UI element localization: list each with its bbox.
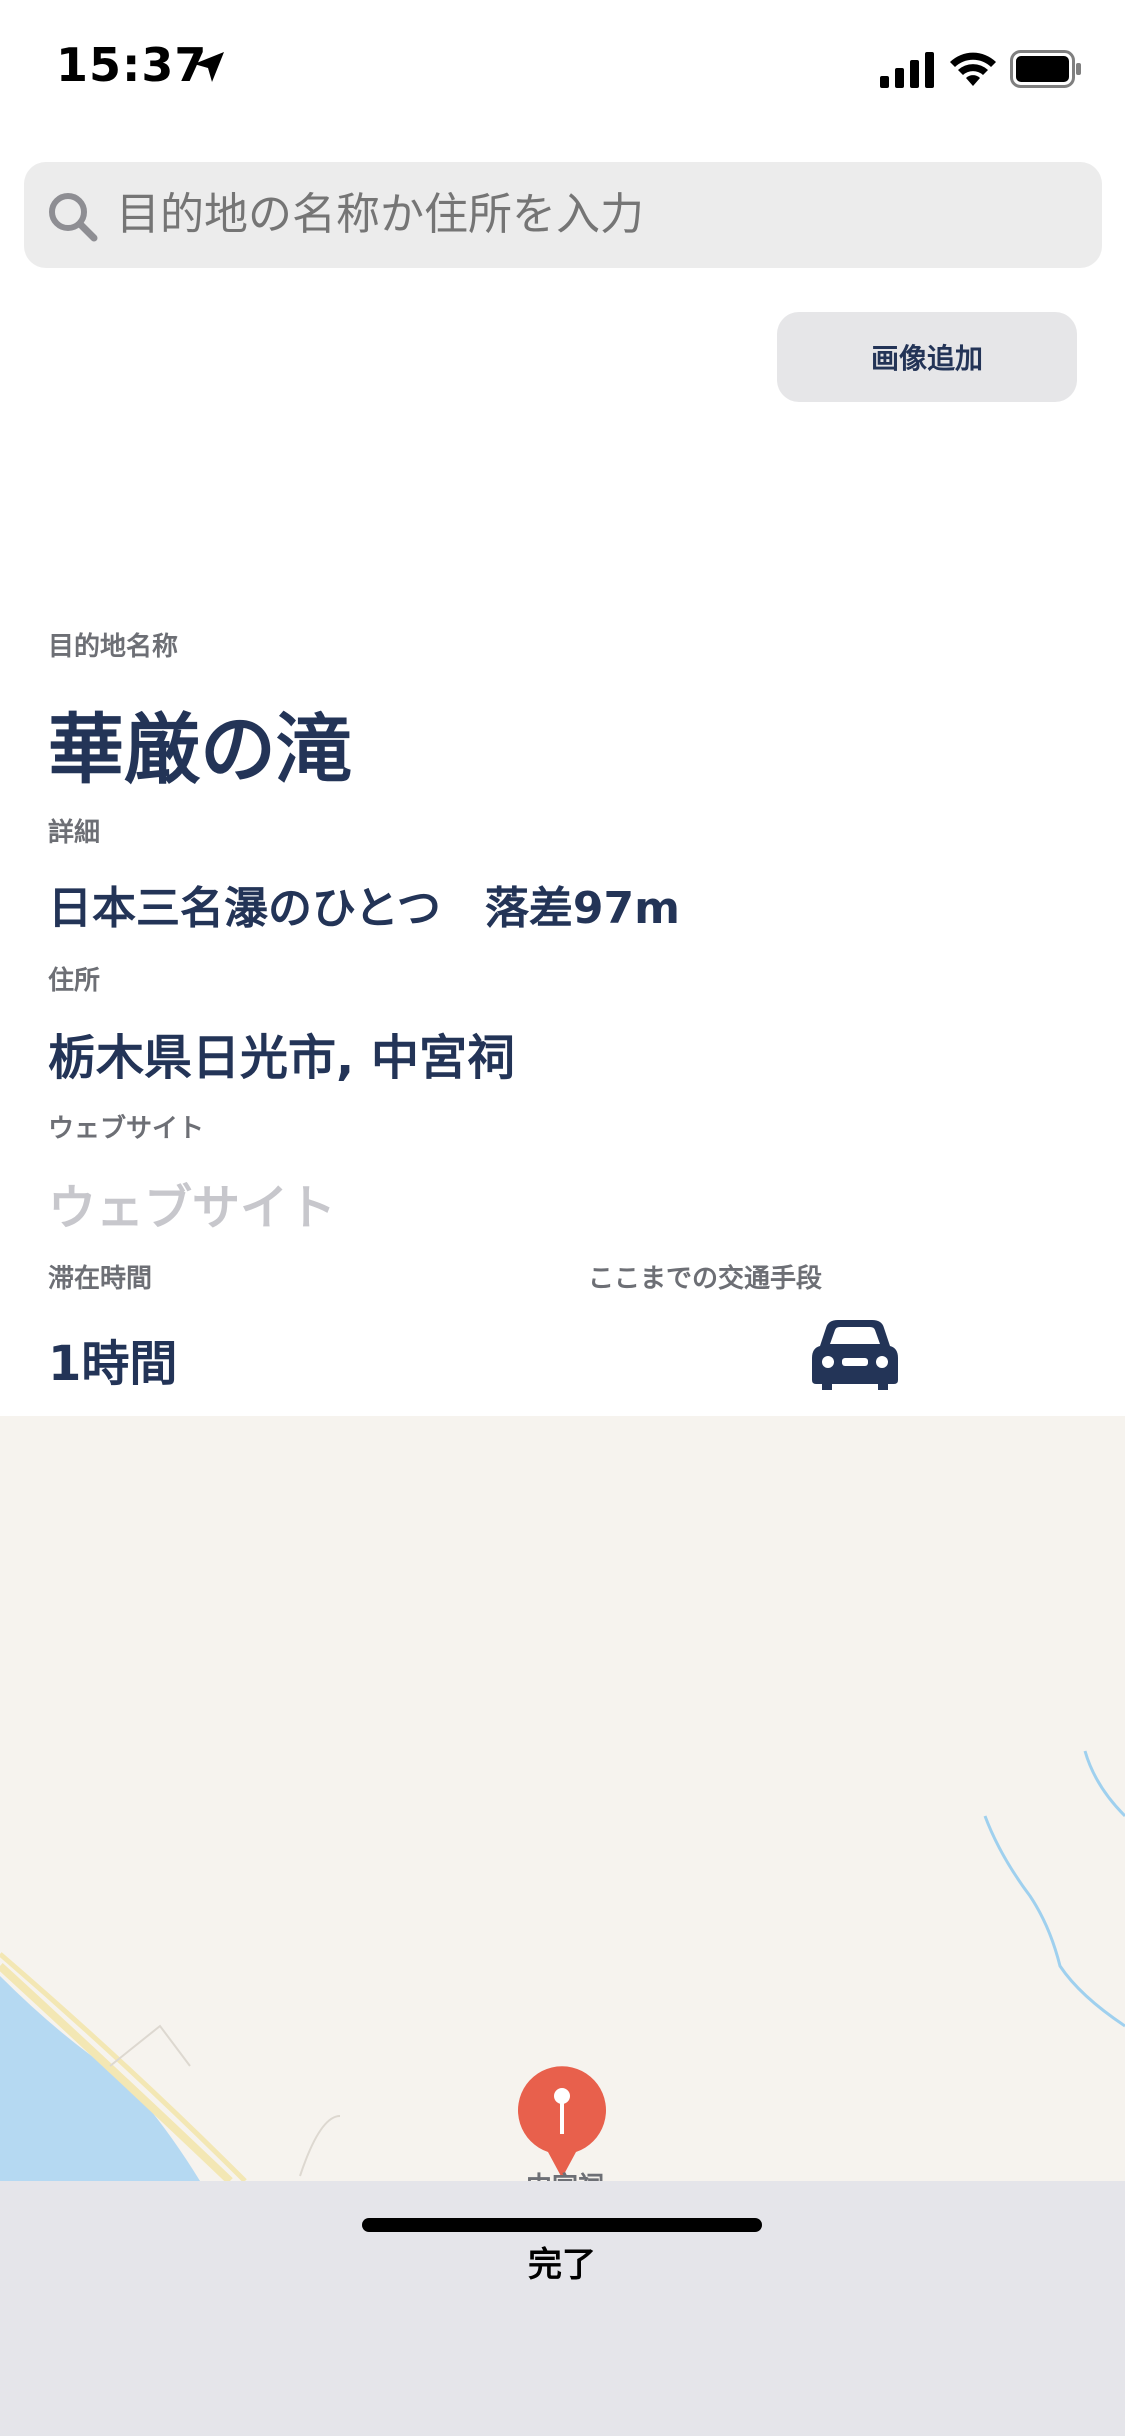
map-pin-label: 中宮祠	[520, 2166, 610, 2182]
status-bar: 15:37	[0, 0, 1125, 140]
address-label: 住所	[48, 966, 101, 996]
website-label: ウェブサイト	[48, 1114, 205, 1144]
detail-label: 詳細	[48, 818, 101, 848]
detail-value[interactable]: 日本三名瀑のひとつ 落差97m	[48, 872, 680, 936]
cellular-signal-icon	[880, 52, 934, 88]
search-bar[interactable]	[24, 162, 1102, 268]
wifi-icon	[950, 52, 996, 86]
location-arrow-icon	[194, 52, 224, 82]
battery-icon	[1010, 50, 1081, 88]
website-field[interactable]: ウェブサイト	[48, 1168, 336, 1238]
map-pin-icon[interactable]	[516, 2066, 608, 2178]
stay-time-label: 滞在時間	[48, 1264, 153, 1294]
search-icon	[49, 193, 98, 242]
stay-time-value[interactable]: 1時間	[48, 1324, 177, 1394]
done-button[interactable]: 完了	[412, 2221, 712, 2301]
add-image-button[interactable]: 画像追加	[777, 312, 1077, 402]
destination-name-label: 目的地名称	[48, 632, 179, 662]
destination-search-input[interactable]	[116, 162, 1076, 268]
home-indicator	[362, 2218, 762, 2232]
destination-name-value[interactable]: 華厳の滝	[48, 688, 352, 798]
status-time: 15:37	[56, 38, 208, 92]
car-icon[interactable]	[812, 1318, 898, 1390]
address-value[interactable]: 栃木県日光市, 中宮祠	[48, 1018, 515, 1088]
transport-label: ここまでの交通手段	[588, 1264, 823, 1294]
